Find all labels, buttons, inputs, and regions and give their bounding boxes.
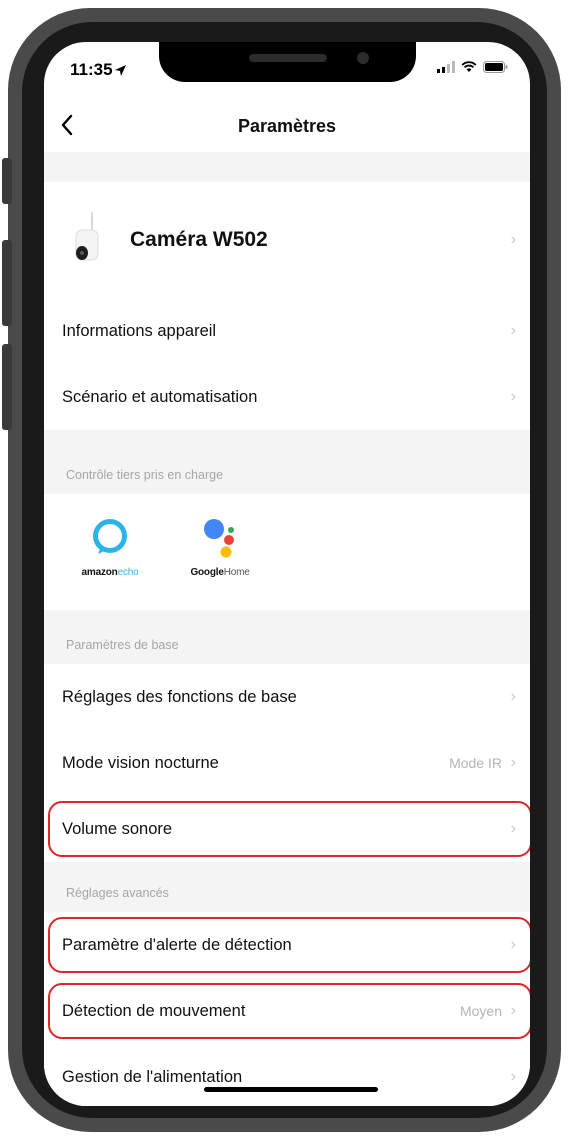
battery-icon (483, 61, 508, 73)
page-title: Paramètres (237, 116, 337, 136)
section-label-basic: Paramètres de base (44, 610, 530, 664)
camera-device-icon (75, 212, 99, 261)
chevron-right-icon: › (510, 754, 516, 771)
row-scenario[interactable]: Scénario et automatisation › (44, 364, 530, 430)
row-volume[interactable]: Volume sonore › (44, 796, 530, 862)
row-detection-alert[interactable]: Paramètre d'alerte de détection › (44, 912, 530, 978)
location-arrow-icon (115, 65, 126, 76)
row-basic-functions[interactable]: Réglages des fonctions de base › (44, 664, 530, 730)
row-power-management[interactable]: Gestion de l'alimentation › (44, 1044, 530, 1106)
section-label-third-party: Contrôle tiers pris en charge (44, 430, 530, 494)
status-time: 11:35 (70, 60, 113, 79)
row-device-info[interactable]: Informations appareil › (44, 298, 530, 364)
section-label-advanced: Réglages avancés (44, 862, 530, 912)
highlight-box (48, 917, 530, 973)
mute-switch (2, 158, 12, 204)
alexa-ring-icon (93, 519, 127, 554)
nav-bar: Paramètres (44, 104, 530, 148)
chevron-right-icon: › (510, 1068, 516, 1085)
notch (159, 42, 416, 82)
chevron-right-icon: › (510, 688, 516, 705)
earpiece (249, 54, 327, 62)
row-label: Mode vision nocturne (62, 753, 219, 772)
settings-list: Caméra W502 › Informations appareil › Sc… (44, 152, 530, 1106)
amazon-echo-tile[interactable]: amazonecho (66, 516, 154, 578)
chevron-right-icon: › (510, 322, 516, 339)
volume-down-button (2, 344, 12, 430)
third-party-services: amazonecho GoogleHome (44, 494, 530, 610)
chevron-right-icon: › (510, 231, 516, 248)
front-camera (357, 52, 369, 64)
highlight-box (48, 801, 530, 857)
row-night-vision[interactable]: Mode vision nocturne Mode IR › (44, 730, 530, 796)
google-assistant-icon (204, 519, 234, 558)
home-indicator[interactable] (204, 1087, 378, 1092)
status-icons (437, 61, 508, 73)
device-row[interactable]: Caméra W502 › (44, 182, 530, 298)
row-label: Scénario et automatisation (62, 387, 258, 406)
row-label: Réglages des fonctions de base (62, 687, 297, 706)
highlight-box (48, 983, 530, 1039)
google-home-tile[interactable]: GoogleHome (176, 516, 264, 578)
signal-icon (437, 61, 455, 73)
row-label: Gestion de l'alimentation (62, 1067, 243, 1086)
section-gap (44, 152, 530, 182)
wifi-icon (461, 61, 477, 72)
app-screen: 11:35 Paramètres Caméra W502 › Informati… (44, 42, 530, 1106)
amazon-echo-logo-text: amazonecho (81, 567, 139, 578)
device-name: Caméra W502 (130, 228, 268, 251)
volume-up-button (2, 240, 12, 326)
google-home-logo-text: GoogleHome (190, 567, 250, 578)
chevron-right-icon: › (510, 388, 516, 405)
row-value: Mode IR (449, 755, 502, 771)
row-motion-detection[interactable]: Détection de mouvement Moyen › (44, 978, 530, 1044)
row-label: Informations appareil (62, 321, 217, 340)
